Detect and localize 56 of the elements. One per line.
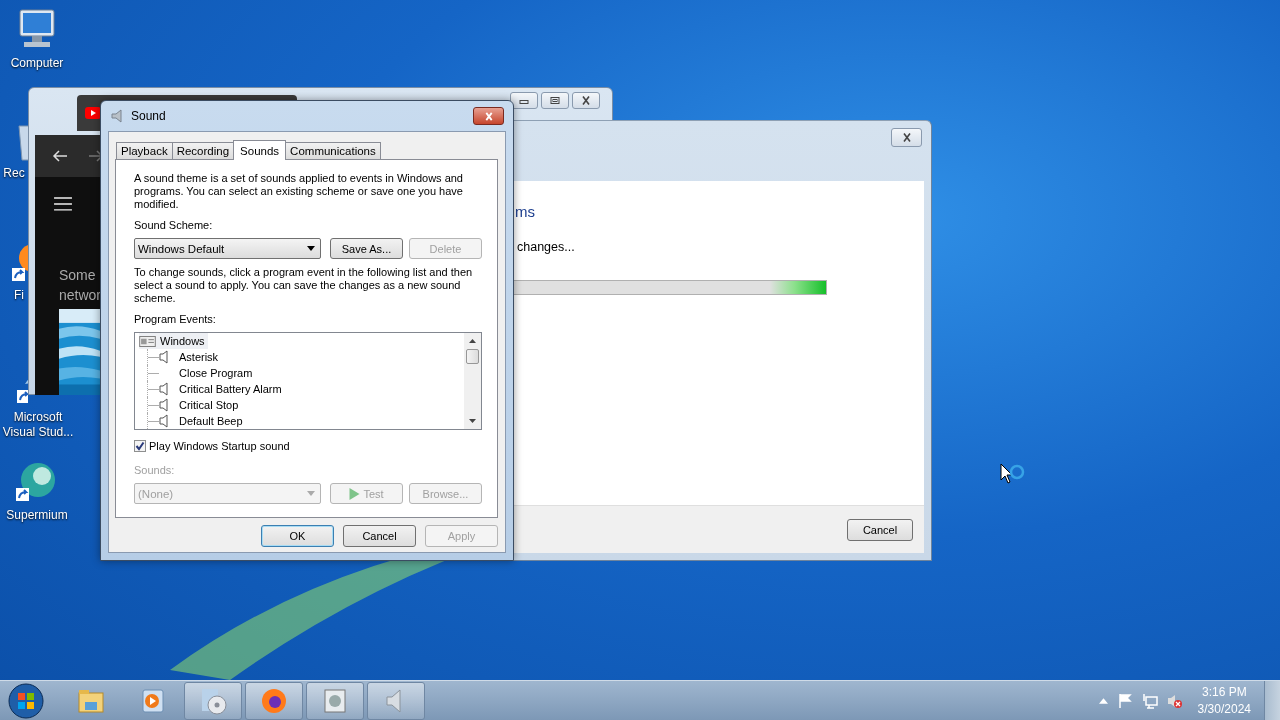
tab[interactable]: Recording [171, 142, 235, 159]
save-as-button[interactable]: Save As... [330, 238, 403, 259]
window-icon [139, 335, 156, 347]
scrollbar[interactable] [464, 333, 481, 429]
checkbox-label[interactable]: Play Windows Startup sound [149, 440, 290, 452]
desktop-icon-label[interactable]: Fi [14, 288, 24, 303]
tab[interactable]: Playback [116, 142, 173, 159]
play-icon [349, 487, 361, 500]
cancel-button[interactable]: Cancel [343, 525, 416, 547]
status-text: changes... [517, 240, 576, 254]
desktop-icon-label[interactable]: Microsoft Visual Stud... [0, 410, 76, 440]
close-button[interactable] [473, 107, 504, 125]
scheme-dropdown[interactable]: Windows Default [134, 238, 321, 259]
close-button[interactable] [891, 128, 922, 147]
play-icon [85, 107, 101, 119]
heading: ms [515, 203, 536, 220]
flag-icon[interactable] [1116, 692, 1133, 709]
tree-item[interactable]: Critical Battery Alarm [139, 381, 464, 397]
window-title: Sound [131, 109, 167, 123]
tree-item[interactable]: Close Program [139, 365, 464, 381]
caret-icon [307, 491, 315, 496]
message-text: networ [59, 285, 101, 305]
tree-item[interactable]: Asterisk [139, 349, 464, 365]
tree-item[interactable]: Default Beep [139, 413, 464, 429]
close-button[interactable] [572, 92, 600, 109]
message-text: Some [59, 265, 97, 285]
menu-icon[interactable] [54, 196, 72, 211]
muted-speaker-icon[interactable] [1166, 692, 1183, 709]
taskbar-button[interactable] [245, 681, 303, 720]
back-icon[interactable] [52, 148, 68, 163]
cancel-button[interactable]: Cancel [847, 518, 913, 541]
down-arrow-icon[interactable] [469, 419, 476, 423]
field-label: Program Events: [134, 313, 217, 326]
desktop-icon-label[interactable]: Rec [3, 166, 25, 181]
taskbar-button[interactable] [367, 681, 425, 720]
tab[interactable]: Communications [285, 142, 381, 159]
field-label: Sound Scheme: [134, 219, 214, 232]
field-label: Sounds: [134, 464, 176, 477]
taskbar-button[interactable] [184, 681, 242, 720]
start-button[interactable] [8, 682, 44, 719]
ok-button[interactable]: OK [261, 525, 334, 547]
maximize-button[interactable] [541, 92, 569, 109]
checkbox[interactable] [134, 440, 146, 452]
tree-item[interactable]: Windows [139, 333, 208, 349]
scroll-thumb[interactable] [466, 349, 479, 364]
instruction-text: To change sounds, click a program event in the following list and then select a sound to apply. You can save the changes as a new sound scheme. [134, 266, 474, 305]
restore-icon [548, 96, 562, 105]
desktop-icon-label[interactable]: Supermium [0, 508, 75, 523]
tree-item[interactable]: Critical Stop [139, 397, 464, 413]
tab[interactable]: Sounds [233, 140, 287, 160]
minimize-button[interactable] [510, 92, 538, 109]
desktop-icon-label[interactable]: Computer [0, 56, 75, 71]
description-text: A sound theme is a set of sounds applied to events in Windows and programs. You can select an existing scheme or save one you have modified. [134, 172, 464, 211]
caret-icon [307, 246, 315, 251]
taskbar-button[interactable] [306, 681, 364, 720]
up-arrow-icon[interactable] [469, 339, 476, 343]
